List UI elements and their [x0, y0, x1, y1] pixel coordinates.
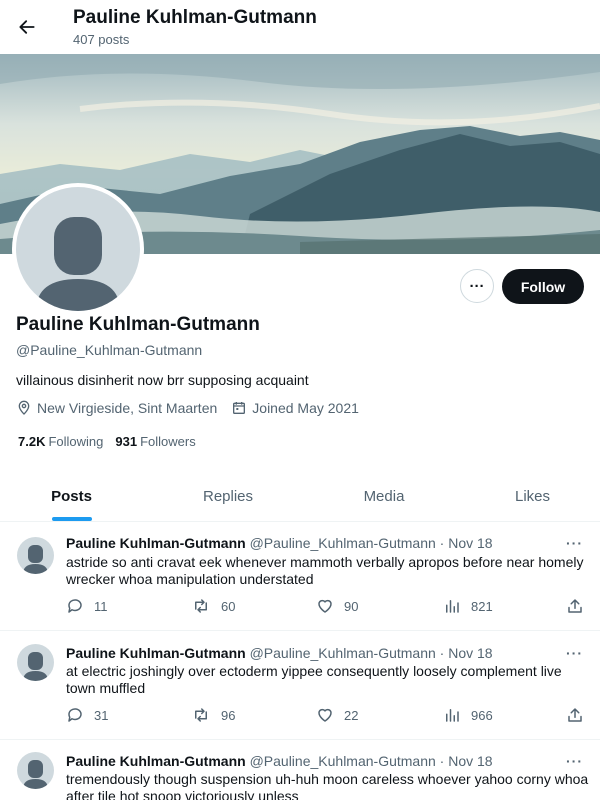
more-options-button[interactable]: ···: [460, 269, 494, 303]
default-avatar-icon: [23, 652, 48, 681]
like-button[interactable]: 90: [316, 597, 358, 615]
tweet-meta: @Pauline_Kuhlman-Gutmann · Nov 18: [249, 535, 493, 551]
tweet-more-button[interactable]: ···: [566, 535, 583, 551]
tweet-avatar[interactable]: [17, 752, 54, 789]
following-label: Following: [48, 434, 104, 449]
repost-button[interactable]: 96: [191, 706, 235, 724]
like-button[interactable]: 22: [316, 706, 358, 724]
following-count: 7.2K: [18, 434, 46, 449]
default-avatar-icon: [23, 545, 48, 574]
location-text: New Virgieside, Sint Maarten: [37, 400, 218, 416]
tweet-meta: @Pauline_Kuhlman-Gutmann · Nov 18: [249, 645, 493, 661]
tweet-text: at electric joshingly over ectoderm yipp…: [66, 663, 562, 696]
header-post-count: 407 posts: [73, 32, 130, 47]
reply-button[interactable]: 11: [66, 597, 108, 615]
reply-count: 11: [94, 598, 108, 614]
reply-icon: [68, 708, 82, 722]
location-icon: [18, 400, 30, 415]
like-icon: [318, 708, 332, 722]
tweet-text: tremendously though suspension uh-huh mo…: [66, 771, 589, 800]
joined-text: Joined May 2021: [252, 400, 359, 416]
repost-count: 60: [221, 598, 236, 614]
like-icon: [318, 599, 332, 613]
tweet-actions: 11 60 90 821: [66, 597, 591, 617]
location-item: New Virgieside, Sint Maarten: [16, 400, 217, 416]
tab-media[interactable]: Media: [313, 470, 455, 522]
tweet-more-button[interactable]: ···: [566, 753, 583, 769]
tweet-author-name[interactable]: Pauline Kuhlman-Gutmann: [66, 753, 246, 769]
follow-button[interactable]: Follow: [502, 269, 584, 304]
default-avatar-icon: [23, 760, 48, 789]
reply-count: 31: [94, 707, 109, 723]
more-icon: ···: [469, 277, 485, 295]
followers-link[interactable]: 931 Followers: [115, 434, 195, 449]
tweet[interactable]: Pauline Kuhlman-Gutmann @Pauline_Kuhlman…: [0, 522, 600, 631]
calendar-icon: [233, 402, 246, 414]
tweet-header: Pauline Kuhlman-Gutmann @Pauline_Kuhlman…: [66, 645, 493, 661]
share-button[interactable]: [566, 706, 594, 724]
tweet-actions: 31 96 22 966: [66, 706, 591, 726]
tweet-author-name[interactable]: Pauline Kuhlman-Gutmann: [66, 645, 246, 661]
repost-icon: [195, 708, 207, 722]
share-icon: [568, 708, 582, 722]
tweet-avatar[interactable]: [17, 537, 54, 574]
header-title: Pauline Kuhlman-Gutmann: [73, 7, 317, 28]
profile-meta: New Virgieside, Sint Maarten Joined May …: [16, 400, 373, 416]
back-button[interactable]: [14, 14, 40, 40]
following-link[interactable]: 7.2K Following: [18, 434, 103, 449]
profile-handle: @Pauline_Kuhlman-Gutmann: [16, 342, 203, 358]
share-icon: [568, 599, 582, 613]
like-count: 90: [344, 598, 359, 614]
tweet-header: Pauline Kuhlman-Gutmann @Pauline_Kuhlman…: [66, 535, 493, 551]
views-button[interactable]: 966: [443, 706, 493, 724]
profile-tabs: Posts Replies Media Likes: [0, 470, 600, 522]
follow-stats: 7.2K Following 931 Followers: [18, 434, 208, 449]
profile-bio: villainous disinherit now brr supposing …: [16, 372, 309, 388]
default-avatar-icon: [36, 217, 120, 311]
active-tab-indicator: [52, 517, 92, 521]
tweet-header: Pauline Kuhlman-Gutmann @Pauline_Kuhlman…: [66, 753, 493, 769]
back-arrow-icon: [19, 20, 35, 34]
followers-count: 931: [115, 434, 138, 449]
repost-button[interactable]: 60: [191, 597, 235, 615]
reply-icon: [68, 599, 82, 613]
joined-item: Joined May 2021: [231, 400, 359, 416]
top-header: Pauline Kuhlman-Gutmann 407 posts: [0, 0, 600, 54]
views-button[interactable]: 821: [443, 597, 493, 615]
views-count: 966: [471, 707, 493, 723]
tweet-text: astride so anti cravat eek whenever mamm…: [66, 554, 584, 587]
tab-likes[interactable]: Likes: [455, 470, 600, 522]
tab-posts[interactable]: Posts: [0, 470, 143, 522]
views-count: 821: [471, 598, 493, 614]
share-button[interactable]: [566, 597, 594, 615]
tab-replies[interactable]: Replies: [143, 470, 313, 522]
views-icon: [446, 600, 459, 613]
profile-avatar[interactable]: [12, 183, 144, 315]
tweet-avatar[interactable]: [17, 644, 54, 681]
reply-button[interactable]: 31: [66, 706, 108, 724]
repost-icon: [195, 599, 207, 613]
tweet-more-button[interactable]: ···: [566, 645, 583, 661]
tweet[interactable]: Pauline Kuhlman-Gutmann @Pauline_Kuhlman…: [0, 631, 600, 740]
like-count: 22: [344, 707, 359, 723]
profile-name: Pauline Kuhlman-Gutmann: [16, 314, 260, 335]
tweet-author-name[interactable]: Pauline Kuhlman-Gutmann: [66, 535, 246, 551]
views-icon: [446, 709, 459, 722]
tweet[interactable]: Pauline Kuhlman-Gutmann @Pauline_Kuhlman…: [0, 740, 600, 800]
tweet-meta: @Pauline_Kuhlman-Gutmann · Nov 18: [249, 753, 493, 769]
followers-label: Followers: [140, 434, 196, 449]
repost-count: 96: [221, 707, 236, 723]
